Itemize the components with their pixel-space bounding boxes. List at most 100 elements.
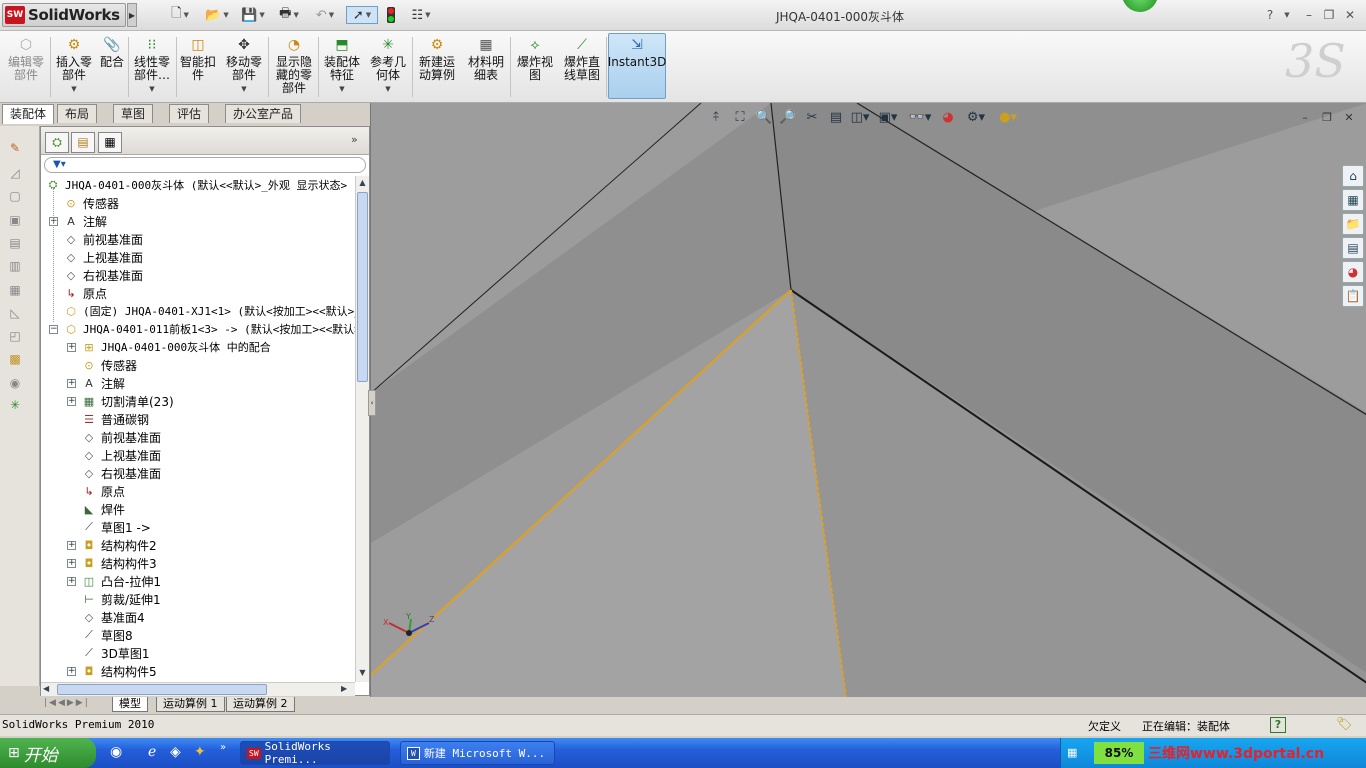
tree-item[interactable]: + ◘ 结构构件2 (67, 536, 157, 554)
tree-item[interactable]: ⟋ 草图8 (67, 626, 133, 644)
solidworks-menu-button[interactable]: SW SolidWorks (2, 3, 126, 27)
open-button[interactable]: 📂 ▼ (202, 6, 232, 24)
expand-toggle-icon[interactable]: + (67, 666, 76, 676)
tree-item[interactable]: + A 注解 (67, 374, 125, 392)
view-orientation-cube-icon[interactable]: ◫▾ (850, 108, 870, 128)
quick-launch-icon-3[interactable]: ◈ (170, 744, 181, 760)
dynamic-annotation-icon[interactable]: ▤ (826, 108, 846, 128)
zoom-to-area-icon[interactable]: 🔍 (754, 108, 774, 128)
viewport-close-button[interactable]: ✕ (1341, 111, 1357, 125)
tab-motion-study-2[interactable]: 运动算例 2 (226, 697, 295, 712)
weldment-tool-icon[interactable]: ▩ (6, 352, 24, 370)
tree-item[interactable]: + ◘ 结构构件5 (67, 662, 157, 680)
keyboard-tray-icon[interactable]: ▦ (1067, 746, 1077, 759)
tree-item[interactable]: ◇ 前视基准面 (49, 230, 143, 248)
ribbon-button-5[interactable]: ✥ 移动零 部件 ▼ (222, 36, 266, 102)
hide-show-items-icon[interactable]: 👓▾ (906, 108, 934, 128)
dropdown-arrow-icon[interactable]: ▼ (149, 83, 154, 96)
quick-launch-icon-1[interactable]: ◉ (110, 744, 122, 760)
restore-button[interactable]: ❐ (1320, 6, 1338, 24)
horizontal-scroll-thumb[interactable] (57, 684, 267, 695)
ribbon-button-3[interactable]: ⁝⁝ 线性零 部件… ▼ (130, 36, 174, 102)
dropdown-arrow-icon[interactable]: ▼ (71, 83, 76, 96)
tab-navigation-arrows-icon[interactable]: |◀◀▶▶| (44, 698, 90, 708)
graphics-area[interactable]: ⤉ ⛶ 🔍 🔎 ✂ ▤ ◫▾ ▣▾ 👓▾ ◕ ⚙▾ ●▾ – ❐ ✕ X Y Z (370, 103, 1366, 697)
toolbar-icon-11[interactable]: ◉ (6, 376, 24, 394)
solidworks-resources-icon[interactable]: ⌂ (1342, 165, 1364, 187)
tab-office-products[interactable]: 办公室产品 (225, 104, 302, 123)
quick-tips-button[interactable]: ? (1270, 717, 1286, 733)
tree-item[interactable]: + ◘ 结构构件3 (67, 554, 157, 572)
expand-toggle-icon[interactable]: + (67, 540, 76, 550)
configuration-manager-tab-icon[interactable]: ▦ (98, 132, 122, 153)
tree-item[interactable]: ◇ 右视基准面 (49, 266, 143, 284)
expand-toggle-icon[interactable]: + (67, 576, 76, 586)
file-explorer-icon[interactable]: 📁 (1342, 213, 1364, 235)
toolbar-icon-9[interactable]: ◰ (6, 329, 24, 347)
tree-item[interactable]: − ⬡ JHQA-0401-011前板1<3> -> (默认<按加工><<默认> (49, 320, 355, 338)
ribbon-button-6[interactable]: ◔ 显示隐 藏的零 部件 (272, 36, 316, 102)
reference-geometry-tool-icon[interactable]: ✳ (6, 398, 24, 416)
expand-toggle-icon[interactable]: + (67, 558, 76, 568)
tree-item[interactable]: ⟋ 3D草图1 (67, 644, 149, 662)
ribbon-button-1[interactable]: ⚙ 插入零 部件 ▼ (52, 36, 96, 102)
sketch3d-tool-icon[interactable]: ✎ (6, 141, 24, 159)
scroll-up-arrow-icon[interactable]: ▲ (356, 176, 369, 190)
help-button[interactable]: ? (1261, 6, 1279, 24)
toolbar-icon-6[interactable]: ▥ (6, 259, 24, 277)
tree-vertical-scrollbar[interactable]: ▲ ▼ (355, 176, 369, 682)
tree-item[interactable]: + ▦ 切割清单(23) (67, 392, 174, 410)
viewport-minimize-button[interactable]: – (1297, 111, 1313, 125)
custom-properties-icon[interactable]: 📋 (1342, 285, 1364, 307)
tree-item[interactable]: ◣ 焊件 (67, 500, 125, 518)
tree-item[interactable]: ☰ 普通碳钢 (67, 410, 149, 428)
new-document-button[interactable]: 🗋 ▼ (165, 6, 195, 24)
viewport-restore-button[interactable]: ❐ (1319, 111, 1335, 125)
ribbon-button-9[interactable]: ⚙ 新建运 动算例 (416, 36, 458, 102)
vertical-scroll-thumb[interactable] (357, 192, 368, 382)
scroll-down-arrow-icon[interactable]: ▼ (356, 666, 369, 680)
menu-flyout-arrow-icon[interactable]: ▶ (127, 3, 137, 27)
ribbon-button-8[interactable]: ✳ 参考几 何体 ▼ (368, 36, 408, 102)
tab-layout[interactable]: 布局 (57, 104, 98, 123)
scene-icon[interactable]: ⚙▾ (962, 108, 990, 128)
previous-view-icon[interactable]: 🔎 (778, 108, 798, 128)
dropdown-arrow-icon[interactable]: ▼ (385, 83, 390, 96)
scroll-right-arrow-icon[interactable]: ▶ (341, 684, 347, 693)
taskbar-solidworks[interactable]: SW SolidWorks Premi... (240, 740, 390, 766)
property-manager-tab-icon[interactable]: ▤ (71, 132, 95, 153)
save-button[interactable]: 💾 ▼ (238, 6, 268, 24)
tab-model[interactable]: 模型 (112, 697, 148, 712)
tree-item[interactable]: ↳ 原点 (49, 284, 107, 302)
tree-item[interactable]: + ◫ 凸台-拉伸1 (67, 572, 161, 590)
feature-tree-tab-icon[interactable]: ⛭ (45, 132, 69, 153)
tree-item[interactable]: ⊙ 传感器 (67, 356, 137, 374)
tree-item[interactable]: ⟋ 草图1 -> (67, 518, 151, 536)
view-orientation-icon[interactable]: ⤉ (706, 108, 726, 128)
tab-assembly[interactable]: 装配体 (2, 104, 55, 124)
tree-item[interactable]: ⊙ 传感器 (49, 194, 119, 212)
quick-launch-icon-4[interactable]: ✦ (194, 744, 206, 760)
rebuild-button[interactable] (383, 6, 399, 24)
ribbon-button-4[interactable]: ◫ 智能扣 件 (178, 36, 218, 102)
tree-item[interactable]: ↳ 原点 (67, 482, 125, 500)
toolbar-icon-5[interactable]: ▤ (6, 236, 24, 254)
view-palette-icon[interactable]: ▤ (1342, 237, 1364, 259)
smart-dimension-icon[interactable]: ◿ (6, 166, 24, 184)
tab-sketch[interactable]: 草图 (113, 104, 154, 123)
tree-item[interactable]: ◇ 前视基准面 (67, 428, 161, 446)
panel-collapse-handle[interactable]: ‹ (368, 390, 376, 416)
quick-launch-more-icon[interactable]: » (220, 742, 226, 753)
tree-item[interactable]: ◇ 上视基准面 (67, 446, 161, 464)
appearances-scenes-icon[interactable]: ◕ (1342, 261, 1364, 283)
ribbon-button-2[interactable]: 📎 配合 (98, 36, 126, 102)
tags-icon[interactable]: 🏷 (1336, 717, 1353, 732)
tree-item[interactable]: ◇ 右视基准面 (67, 464, 161, 482)
tree-item[interactable]: + A 注解 (49, 212, 107, 230)
expand-toggle-icon[interactable]: + (67, 396, 76, 406)
tree-item[interactable]: ◇ 上视基准面 (49, 248, 143, 266)
ribbon-button-10[interactable]: ▦ 材料明 细表 (466, 36, 506, 102)
tree-item[interactable]: ⊢ 剪裁/延伸1 (67, 590, 160, 608)
tab-evaluate[interactable]: 评估 (169, 104, 210, 123)
expand-toggle-icon[interactable]: + (67, 342, 76, 352)
